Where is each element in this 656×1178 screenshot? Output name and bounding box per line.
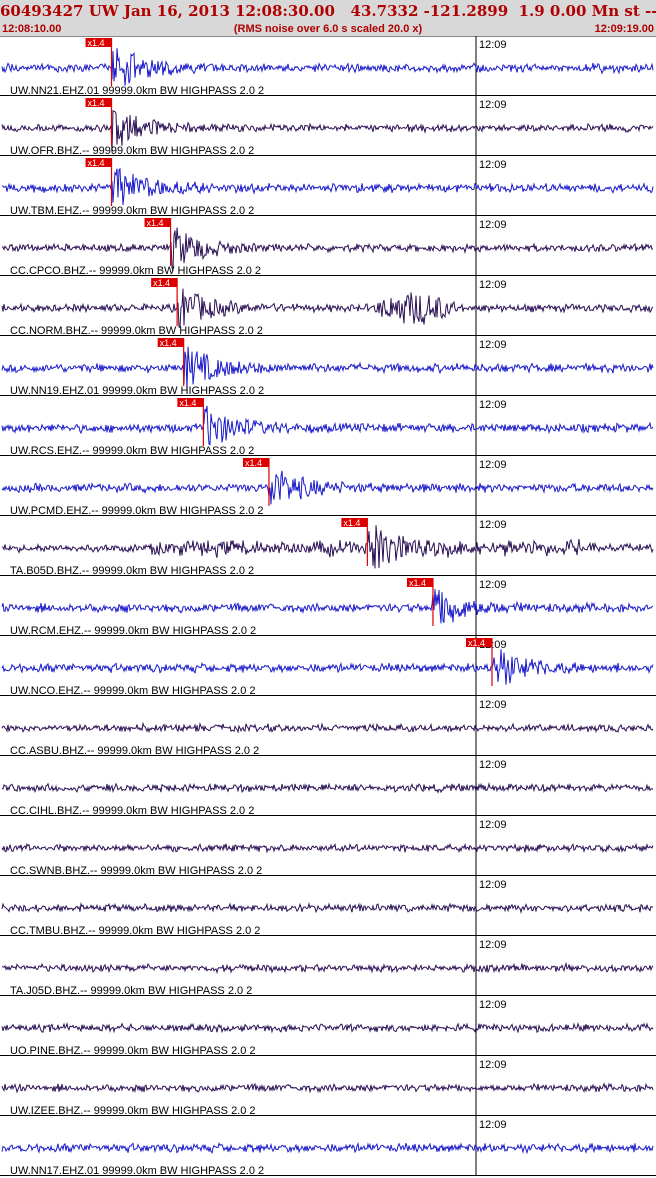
channel-label: UW.NN19.EHZ.01 99999.0km BW HIGHPASS 2.0… xyxy=(10,385,264,397)
channel-row: 12:09 x1.4 UW.TBM.EHZ.-- 99999.0km BW HIGH… xyxy=(0,156,656,217)
minute-tick-label: 12:09 xyxy=(479,879,507,891)
minute-tick-label: 12:09 xyxy=(479,819,507,831)
channel-row: 12:09 x1.4 UW.PCMD.EHZ.-- 99999.0km BW HIG… xyxy=(0,456,656,517)
minute-tick-label: 12:09 xyxy=(479,39,507,51)
channel-row: 12:09 x1.4 CC.CPCO.BHZ.-- 99999.0km BW HIG… xyxy=(0,216,656,277)
minute-tick-label: 12:09 xyxy=(479,1119,507,1131)
channel-label: CC.CIHL.BHZ.-- 99999.0km BW HIGHPASS 2.0… xyxy=(10,805,254,817)
minute-tick-label: 12:09 xyxy=(479,1059,507,1071)
channel-label: UW.RCS.EHZ.-- 99999.0km BW HIGHPASS 2.0 … xyxy=(10,445,254,457)
channel-row: 12:09 x1.4 UW.NN19.EHZ.01 99999.0km BW HIG… xyxy=(0,336,656,397)
channel-label: UW.TBM.EHZ.-- 99999.0km BW HIGHPASS 2.0 … xyxy=(10,205,254,217)
waveform-trace xyxy=(1,346,654,391)
waveform-trace xyxy=(1,227,654,272)
channel-row: 12:09 CC.CIHL.BHZ.-- 99999.0km BW HIGHPAS… xyxy=(0,756,656,817)
channel-row: 12:09 x1.4 UW.RCS.EHZ.-- 99999.0km BW HIGH… xyxy=(0,396,656,457)
channel-row: 12:09 x1.4 TA.B05D.BHZ.-- 99999.0km BW HIG… xyxy=(0,516,656,577)
minute-tick-label: 12:09 xyxy=(479,159,507,171)
minute-tick-label: 12:09 xyxy=(479,459,507,471)
waveform-trace xyxy=(1,901,654,915)
pick-label: x1.4 xyxy=(88,98,105,108)
minute-tick-label: 12:09 xyxy=(479,759,507,771)
waveform-trace xyxy=(1,781,654,794)
pick-label: x1.4 xyxy=(179,398,196,408)
channel-label: UW.RCM.EHZ.-- 99999.0km BW HIGHPASS 2.0 … xyxy=(10,625,256,637)
channel-label: UW.NN17.EHZ.01 99999.0km BW HIGHPASS 2.0… xyxy=(10,1165,264,1177)
pick-label: x1.4 xyxy=(88,158,105,168)
minute-tick-label: 12:09 xyxy=(479,699,507,711)
channel-row: 12:09 CC.TMBU.BHZ.-- 99999.0km BW HIGHPAS… xyxy=(0,876,656,937)
pick-label: x1.4 xyxy=(88,38,105,48)
waveform-trace xyxy=(1,288,654,329)
channel-row: 12:09x1.4UW.NCO.EHZ.-- 99999.0km BW HIGH… xyxy=(0,636,656,697)
channel-label: UW.OFR.BHZ.-- 99999.0km BW HIGHPASS 2.0 … xyxy=(10,145,254,157)
waveform-trace xyxy=(1,589,654,624)
waveform-trace xyxy=(1,1082,654,1094)
end-time: 12:09:19.00 xyxy=(594,23,654,35)
minute-tick-label: 12:09 xyxy=(479,99,507,111)
channel-label: CC.TMBU.BHZ.-- 99999.0km BW HIGHPASS 2.0… xyxy=(10,925,260,937)
minute-tick-label: 12:09 xyxy=(479,939,507,951)
pick-label: x1.4 xyxy=(153,278,170,288)
channel-label: CC.CPCO.BHZ.-- 99999.0km BW HIGHPASS 2.0… xyxy=(10,265,261,277)
channel-label: UW.NN21.EHZ.01 99999.0km BW HIGHPASS 2.0… xyxy=(10,85,264,97)
channel-label: UW.PCMD.EHZ.-- 99999.0km BW HIGHPASS 2.0… xyxy=(10,505,263,517)
channel-row: 12:09 CC.ASBU.BHZ.-- 99999.0km BW HIGHPAS… xyxy=(0,696,656,757)
minute-tick-label: 12:09 xyxy=(479,399,507,411)
waveform-trace xyxy=(1,961,654,975)
event-header: 60493427 UW Jan 16, 2013 12:08:30.00 43.… xyxy=(0,0,656,37)
channel-label: TA.B05D.BHZ.-- 99999.0km BW HIGHPASS 2.0… xyxy=(10,565,254,577)
waveform-trace xyxy=(1,1141,654,1155)
waveform-trace xyxy=(1,1022,654,1034)
waveform-trace xyxy=(1,470,654,505)
channel-row: 12:09 x1.4 UW.RCM.EHZ.-- 99999.0km BW HIGH… xyxy=(0,576,656,637)
waveform-trace xyxy=(1,842,654,854)
channel-row: 12:09 UO.PINE.BHZ.-- 99999.0km BW HIGHPAS… xyxy=(0,996,656,1057)
channel-label: CC.SWNB.BHZ.-- 99999.0km BW HIGHPASS 2.0… xyxy=(10,865,262,877)
waveform-trace xyxy=(1,405,654,446)
channel-label: UW.IZEE.BHZ.-- 99999.0km BW HIGHPASS 2.0… xyxy=(10,1105,256,1117)
waveform-trace xyxy=(2,167,654,205)
minute-tick-label: 12:09 xyxy=(479,519,507,531)
channel-label: UW.NCO.EHZ.-- 99999.0km BW HIGHPASS 2.0 … xyxy=(10,685,256,697)
channel-row: 12:09 UW.NN17.EHZ.01 99999.0km BW HIGHPAS… xyxy=(0,1116,656,1177)
channel-label: UO.PINE.BHZ.-- 99999.0km BW HIGHPASS 2.0… xyxy=(10,1045,256,1057)
channel-row: 12:09 x1.4 CC.NORM.BHZ.-- 99999.0km BW HIG… xyxy=(0,276,656,337)
channel-row: 12:09 CC.SWNB.BHZ.-- 99999.0km BW HIGHPAS… xyxy=(0,816,656,877)
minute-tick-label: 12:09 xyxy=(479,999,507,1011)
waveform-trace xyxy=(1,48,654,86)
rms-note: (RMS noise over 6.0 s scaled 20.0 x) xyxy=(233,23,423,35)
minute-tick-label: 12:09 xyxy=(479,279,507,291)
channel-label: TA.J05D.BHZ.-- 99999.0km BW HIGHPASS 2.0… xyxy=(10,985,252,997)
pick-label: x1.4 xyxy=(409,578,426,588)
channel-row: 12:09 TA.J05D.BHZ.-- 99999.0km BW HIGHPAS… xyxy=(0,936,656,997)
pick-label: x1.4 xyxy=(160,338,177,348)
channel-row: 12:09 x1.4 UW.NN21.EHZ.01 99999.0km BW HIG… xyxy=(0,36,656,97)
minute-tick-label: 12:09 xyxy=(479,579,507,591)
seismogram-panel: 12:09 x1.4 UW.NN21.EHZ.01 99999.0km BW HIG… xyxy=(0,36,656,1178)
pick-label: x1.4 xyxy=(245,458,262,468)
minute-tick-label: 12:09 xyxy=(479,219,507,231)
waveform-trace xyxy=(1,525,654,569)
pick-label: x1.4 xyxy=(343,518,360,528)
waveform-trace xyxy=(1,721,654,734)
channel-label: CC.NORM.BHZ.-- 99999.0km BW HIGHPASS 2.0… xyxy=(10,325,263,337)
waveform-trace xyxy=(1,649,654,685)
pick-label: x1.4 xyxy=(147,218,164,228)
minute-tick-label: 12:09 xyxy=(479,339,507,351)
channel-row: 12:09 UW.IZEE.BHZ.-- 99999.0km BW HIGHPAS… xyxy=(0,1056,656,1117)
event-summary: 60493427 UW Jan 16, 2013 12:08:30.00 43.… xyxy=(0,2,656,20)
channel-label: CC.ASBU.BHZ.-- 99999.0km BW HIGHPASS 2.0… xyxy=(10,745,259,757)
seismogram-traces: 12:09x1.4UW.NN21.EHZ.01 99999.0km BW HIG… xyxy=(0,36,656,1177)
pick-label: x1.4 xyxy=(468,638,485,648)
channel-row: 12:09 x1.4 UW.OFR.BHZ.-- 99999.0km BW HIGH… xyxy=(0,96,656,157)
